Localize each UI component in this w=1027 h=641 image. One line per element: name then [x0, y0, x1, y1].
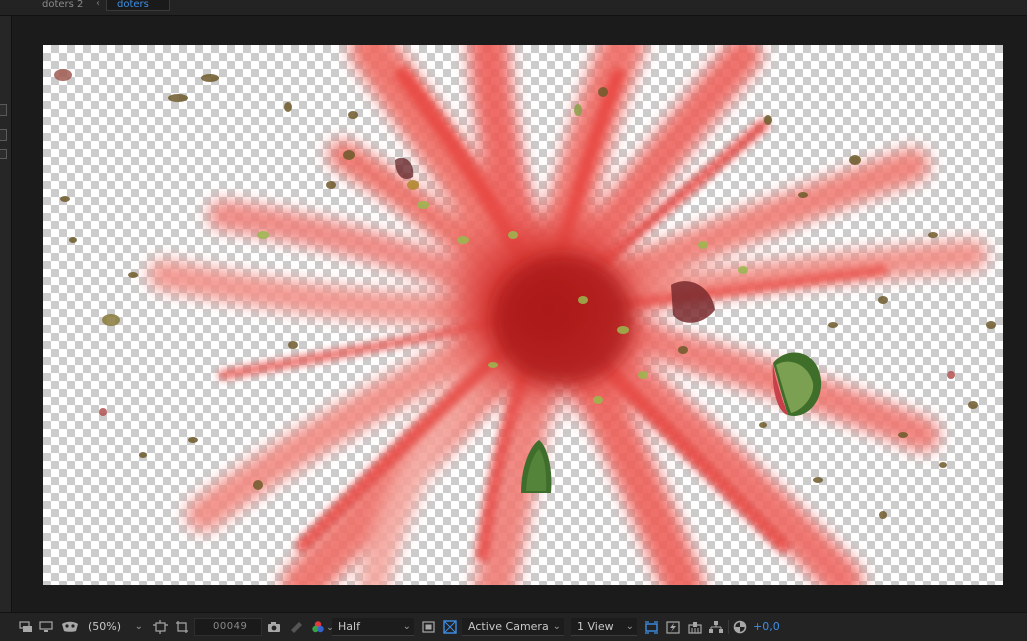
chevron-down-icon: ⌄ [552, 621, 561, 632]
reset-exposure-icon[interactable] [732, 619, 748, 635]
chevron-down-icon: ⌄ [402, 621, 411, 632]
view-layout-value: 1 View [577, 620, 614, 633]
toolbar-divider [728, 620, 729, 634]
fast-preview-icon[interactable] [665, 619, 681, 635]
explosion-render [54, 45, 996, 585]
chevron-down-icon: ⌄ [625, 621, 634, 632]
camera-value: Active Camera [468, 620, 549, 633]
transparency-grid-icon[interactable] [174, 619, 190, 635]
resolution-dropdown[interactable]: Half ⌄ [332, 618, 414, 636]
always-preview-icon[interactable] [18, 619, 34, 635]
camera-dropdown[interactable]: Active Camera ⌄ [462, 618, 564, 636]
breadcrumb-separator: ‹ [96, 0, 100, 9]
panel-tool-icon[interactable] [0, 149, 7, 159]
resolution-value: Half [338, 620, 360, 633]
breadcrumb-doters-2[interactable]: doters 2 [42, 0, 83, 11]
pixel-aspect-icon[interactable] [643, 619, 659, 635]
show-snapshot-icon[interactable] [288, 619, 304, 635]
mask-view-icon[interactable] [60, 619, 80, 635]
monitor-icon[interactable] [38, 619, 54, 635]
composition-viewer [13, 16, 1027, 612]
panel-tool-icon[interactable] [0, 129, 7, 141]
viewer-toolbar: (50%) ⌄ 00049 ⌄ Half ⌄ Active Camera ⌄ 1… [0, 612, 1027, 641]
timeline-icon[interactable] [687, 619, 703, 635]
chevron-down-icon: ⌄ [134, 621, 143, 632]
magnification-dropdown[interactable]: (50%) ⌄ [82, 618, 146, 636]
composition-canvas[interactable] [43, 45, 1003, 585]
exposure-value[interactable]: +0,0 [753, 618, 780, 636]
current-time-display[interactable]: 00049 [194, 618, 262, 636]
left-panel-edge [0, 16, 12, 612]
region-of-interest-icon[interactable] [152, 619, 168, 635]
breadcrumb-doters[interactable]: doters [106, 0, 170, 11]
snapshot-icon[interactable] [266, 619, 282, 635]
composition-tab-strip: doters 2 ‹ doters [0, 0, 1027, 16]
toggle-mask-icon[interactable] [420, 619, 436, 635]
view-layout-dropdown[interactable]: 1 View ⌄ [571, 618, 637, 636]
panel-tool-icon[interactable] [0, 104, 7, 116]
flowchart-icon[interactable] [708, 619, 724, 635]
transparency-toggle-icon[interactable] [442, 619, 458, 635]
magnification-value: (50%) [88, 620, 122, 633]
